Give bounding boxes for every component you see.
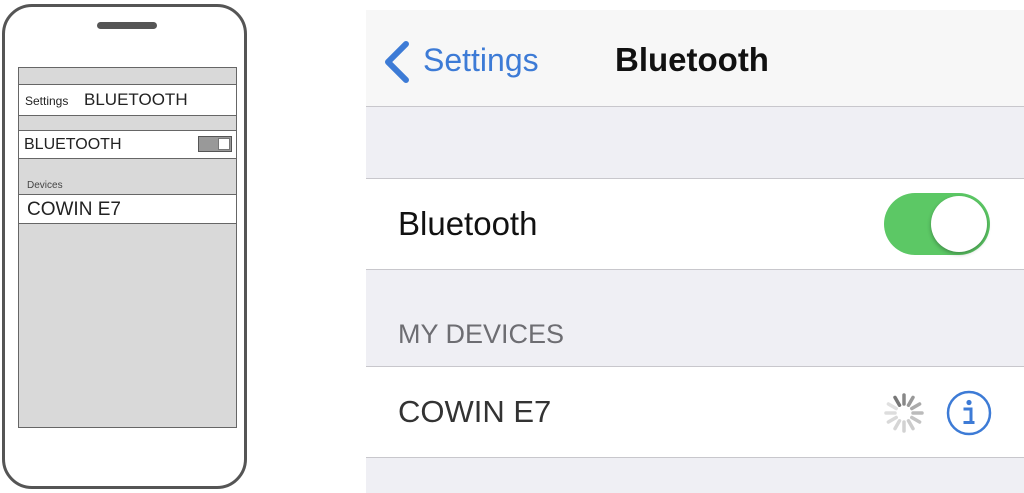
phone-title: BLUETOOTH <box>84 90 188 109</box>
phone-bluetooth-toggle <box>198 136 232 152</box>
bluetooth-label: Bluetooth <box>398 205 538 242</box>
info-icon[interactable] <box>945 389 993 437</box>
phone-illustration: Settings BLUETOOTH BLUETOOTH Devices COW… <box>2 4 247 489</box>
bluetooth-settings-screen: Settings Bluetooth Bluetooth MY DEVICES … <box>366 10 1024 493</box>
page-title: Bluetooth <box>615 41 769 78</box>
phone-nav-header: Settings BLUETOOTH <box>19 84 236 116</box>
phone-speaker <box>97 22 157 29</box>
phone-device-row: COWIN E7 <box>19 194 236 224</box>
phone-screen: Settings BLUETOOTH BLUETOOTH Devices COW… <box>18 67 237 428</box>
navigation-bar: Settings Bluetooth <box>366 10 1024 107</box>
my-devices-header: MY DEVICES <box>398 319 565 349</box>
phone-bluetooth-label: BLUETOOTH <box>24 136 122 153</box>
loading-spinner-icon <box>884 393 924 433</box>
bluetooth-switch[interactable] <box>884 193 990 255</box>
switch-knob <box>931 196 987 252</box>
chevron-left-icon[interactable] <box>382 40 412 84</box>
device-row-cowin-e7[interactable]: COWIN E7 <box>366 366 1024 458</box>
phone-section-label: Devices <box>27 180 63 191</box>
device-name: COWIN E7 <box>398 394 552 429</box>
phone-toggle-knob <box>218 138 230 150</box>
phone-bluetooth-row: BLUETOOTH <box>19 130 236 159</box>
back-button[interactable]: Settings <box>423 42 539 79</box>
phone-device-name: COWIN E7 <box>27 199 121 220</box>
phone-back-label: Settings <box>25 94 69 108</box>
bluetooth-toggle-row: Bluetooth <box>366 178 1024 270</box>
